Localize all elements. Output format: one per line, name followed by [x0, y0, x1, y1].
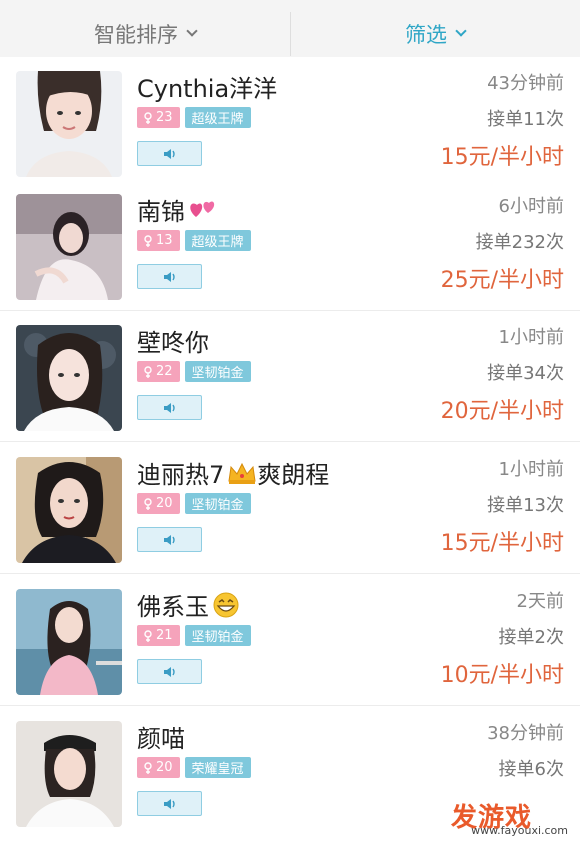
- speaker-icon: [163, 798, 175, 809]
- speaker-icon: [163, 534, 175, 545]
- chevron-down-icon: [186, 24, 198, 37]
- last-active-time: 43分钟前: [487, 73, 564, 94]
- level-badge: 坚韧铂金: [184, 493, 251, 514]
- last-active-time: 6小时前: [498, 196, 564, 217]
- last-active-time: 38分钟前: [487, 723, 564, 744]
- level-badge: 超级王牌: [184, 230, 251, 251]
- level-badge: 超级王牌: [184, 107, 251, 128]
- level-badge: 荣耀皇冠: [184, 757, 251, 778]
- watermark-url: www.fayouxi.com: [471, 824, 568, 837]
- player-row[interactable]: Cynthia洋洋 23 超级王牌 43分钟前 接单11次 15元/半小时: [0, 57, 580, 188]
- order-count: 接单232次: [475, 232, 564, 253]
- player-row[interactable]: 南锦 13 超级王牌 6小时前 接单232次 25元/半小时: [0, 180, 580, 311]
- order-count: 接单6次: [498, 759, 564, 780]
- age-badge: 20: [137, 493, 180, 514]
- player-row[interactable]: 佛系玉 21 坚韧铂金 2天前 接单2次 10元/半小时: [0, 575, 580, 706]
- chevron-down-icon: [455, 24, 467, 37]
- price: 15元/半小时: [440, 531, 564, 556]
- voice-play-button[interactable]: [137, 264, 202, 289]
- player-row[interactable]: 壁咚你 22 坚韧铂金 1小时前 接单34次 20元/半小时: [0, 311, 580, 442]
- order-count: 接单34次: [487, 363, 564, 384]
- last-active-time: 1小时前: [498, 327, 564, 348]
- speaker-icon: [163, 402, 175, 413]
- crown-icon: [227, 461, 257, 485]
- last-active-time: 1小时前: [498, 459, 564, 480]
- site-watermark: 发游戏 www.fayouxi.com: [422, 797, 572, 837]
- player-name: 佛系玉: [137, 587, 240, 622]
- speaker-icon: [163, 148, 175, 159]
- avatar[interactable]: [16, 71, 122, 177]
- player-row[interactable]: 迪丽热7 爽朗程 20 坚韧铂金 1小时前 接单13次 15元/半小时: [0, 443, 580, 574]
- speaker-icon: [163, 271, 175, 282]
- order-count: 接单11次: [487, 109, 564, 130]
- age-badge: 22: [137, 361, 180, 382]
- player-name: Cynthia洋洋: [137, 75, 278, 103]
- avatar[interactable]: [16, 589, 122, 695]
- price: 25元/半小时: [440, 268, 564, 293]
- price: 10元/半小时: [440, 663, 564, 688]
- player-name: 壁咚你: [137, 329, 209, 357]
- age-badge: 21: [137, 625, 180, 646]
- player-name: 南锦: [137, 192, 218, 227]
- smart-sort-label: 智能排序: [94, 22, 178, 47]
- two-hearts-icon: [188, 197, 218, 223]
- female-icon: [144, 761, 152, 774]
- filter-label: 筛选: [405, 22, 447, 47]
- avatar[interactable]: [16, 457, 122, 563]
- avatar[interactable]: [16, 325, 122, 431]
- price: 15元/半小时: [440, 145, 564, 170]
- speaker-icon: [163, 666, 175, 677]
- voice-play-button[interactable]: [137, 527, 202, 552]
- female-icon: [144, 111, 152, 124]
- voice-play-button[interactable]: [137, 395, 202, 420]
- female-icon: [144, 629, 152, 642]
- voice-play-button[interactable]: [137, 791, 202, 816]
- female-icon: [144, 365, 152, 378]
- avatar[interactable]: [16, 194, 122, 300]
- player-name: 迪丽热7 爽朗程: [137, 461, 330, 489]
- age-badge: 13: [137, 230, 180, 251]
- player-name: 颜喵: [137, 725, 185, 753]
- order-count: 接单13次: [487, 495, 564, 516]
- age-badge: 23: [137, 107, 180, 128]
- voice-play-button[interactable]: [137, 141, 202, 166]
- age-badge: 20: [137, 757, 180, 778]
- order-count: 接单2次: [498, 627, 564, 648]
- voice-play-button[interactable]: [137, 659, 202, 684]
- female-icon: [144, 234, 152, 247]
- grin-emoji-icon: [212, 592, 240, 618]
- price: 20元/半小时: [440, 399, 564, 424]
- level-badge: 坚韧铂金: [184, 625, 251, 646]
- female-icon: [144, 497, 152, 510]
- last-active-time: 2天前: [516, 591, 564, 612]
- avatar[interactable]: [16, 721, 122, 827]
- level-badge: 坚韧铂金: [184, 361, 251, 382]
